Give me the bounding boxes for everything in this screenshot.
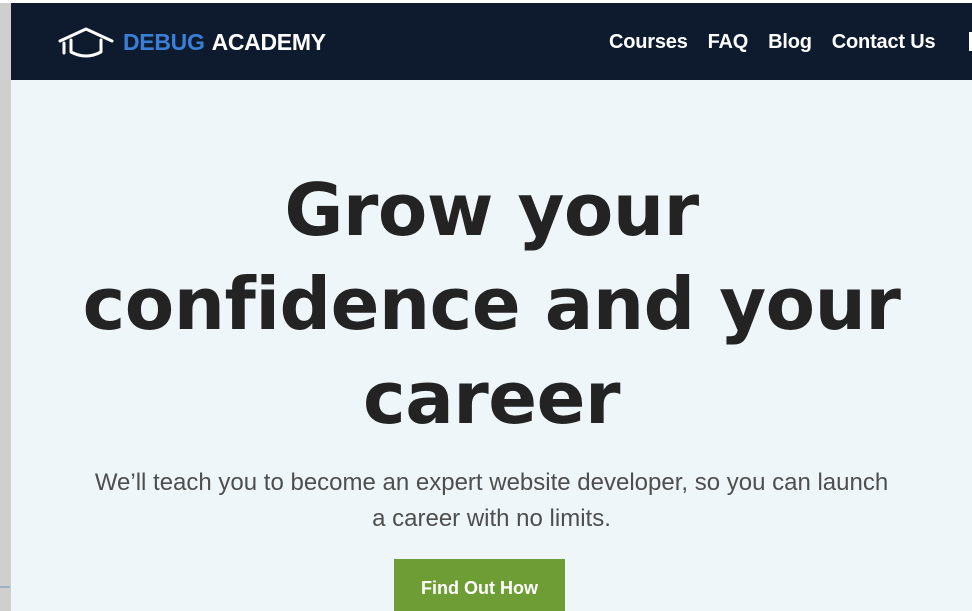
hero-title-line: career bbox=[363, 356, 620, 440]
nav-link-faq[interactable]: FAQ bbox=[708, 31, 749, 54]
nav-link-contact-us[interactable]: Contact Us bbox=[832, 31, 936, 54]
hero-title: Grow your confidence and your career bbox=[11, 163, 972, 445]
find-out-how-button[interactable]: Find Out How bbox=[394, 559, 565, 611]
hero-subtitle-line: a career with no limits. bbox=[372, 505, 611, 532]
brand-name-debug: DEBUG bbox=[123, 28, 205, 55]
brand-name-academy: ACADEMY bbox=[211, 28, 326, 55]
hero-title-line: Grow your bbox=[284, 168, 699, 252]
hero-title-line: confidence and your bbox=[82, 262, 901, 346]
hero-subtitle-line: We’ll teach you to become an expert webs… bbox=[94, 469, 889, 496]
brand-logo[interactable]: DEBUG ACADEMY bbox=[57, 25, 326, 59]
window-corner-mark bbox=[0, 586, 10, 588]
window-edge-left bbox=[0, 0, 11, 611]
hero-subtitle: We’ll teach you to become an expert webs… bbox=[51, 465, 932, 537]
main-nav: Courses FAQ Blog Contact Us bbox=[609, 29, 955, 55]
nav-link-courses[interactable]: Courses bbox=[609, 31, 688, 54]
graduation-cap-icon bbox=[58, 27, 114, 58]
site-header: DEBUG ACADEMY Courses FAQ Blog Contact U… bbox=[11, 3, 972, 80]
page: DEBUG ACADEMY Courses FAQ Blog Contact U… bbox=[11, 3, 972, 611]
nav-link-blog[interactable]: Blog bbox=[768, 31, 812, 54]
